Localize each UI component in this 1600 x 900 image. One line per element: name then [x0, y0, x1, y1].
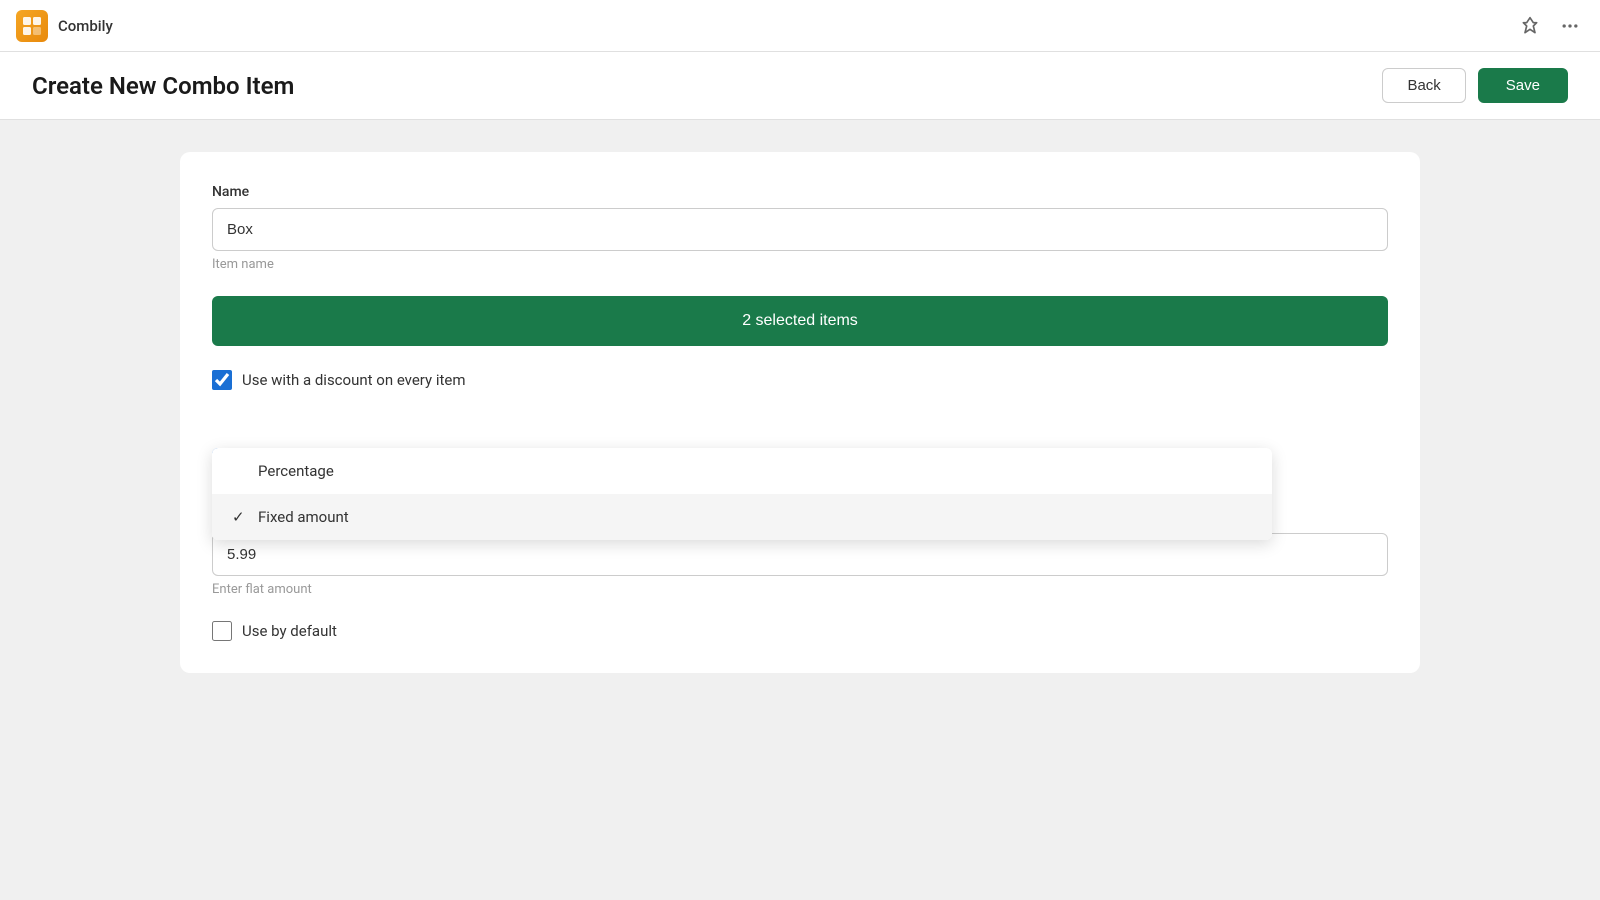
discount-type-area: Percentage ✓ Fixed amount Percentage Fix…	[212, 448, 1388, 493]
page-header: Create New Combo Item Back Save	[0, 52, 1600, 120]
name-label: Name	[212, 184, 1388, 200]
page-title: Create New Combo Item	[32, 72, 294, 100]
value-hint: Enter flat amount	[212, 582, 1388, 597]
percentage-option-label: Percentage	[258, 462, 334, 480]
save-button[interactable]: Save	[1478, 68, 1568, 103]
name-input[interactable]	[212, 208, 1388, 251]
selected-items-button[interactable]: 2 selected items	[212, 296, 1388, 346]
main-content: Name Item name 2 selected items Use with…	[0, 120, 1600, 900]
back-button[interactable]: Back	[1382, 68, 1465, 103]
form-card: Name Item name 2 selected items Use with…	[180, 152, 1420, 673]
use-by-default-checkbox[interactable]	[212, 621, 232, 641]
name-field-group: Name Item name	[212, 184, 1388, 272]
discount-checkbox-row: Use with a discount on every item	[212, 370, 1388, 390]
name-hint: Item name	[212, 257, 1388, 272]
fixed-checkmark: ✓	[232, 508, 248, 526]
more-button[interactable]	[1556, 12, 1584, 40]
discount-checkbox-label[interactable]: Use with a discount on every item	[242, 371, 466, 389]
dropdown-item-fixed[interactable]: ✓ Fixed amount	[212, 494, 1272, 540]
topbar-left: Combily	[16, 10, 113, 42]
dropdown-menu: Percentage ✓ Fixed amount	[212, 448, 1272, 540]
app-name: Combily	[58, 17, 113, 35]
topbar-right	[1516, 12, 1584, 40]
use-by-default-label[interactable]: Use by default	[242, 622, 337, 640]
header-actions: Back Save	[1382, 68, 1568, 103]
fixed-option-label: Fixed amount	[258, 508, 349, 526]
topbar: Combily	[0, 0, 1600, 52]
use-by-default-row: Use by default	[212, 621, 1388, 641]
discount-checkbox[interactable]	[212, 370, 232, 390]
dropdown-item-percentage[interactable]: Percentage	[212, 448, 1272, 494]
pin-button[interactable]	[1516, 12, 1544, 40]
app-icon	[16, 10, 48, 42]
